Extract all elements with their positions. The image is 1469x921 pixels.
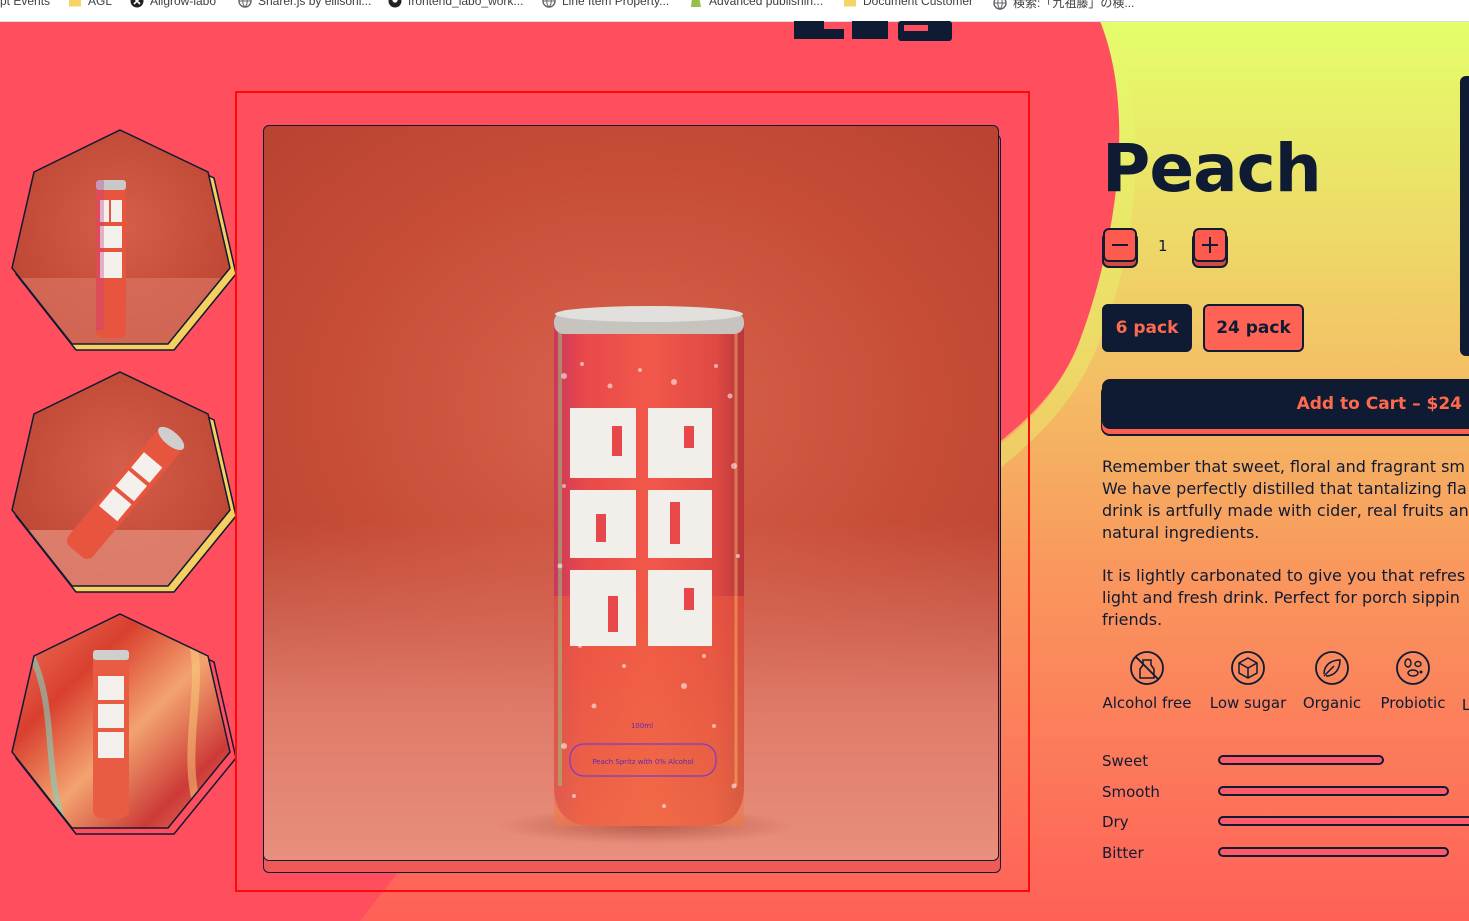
- bookmark-item[interactable]: pt Events: [0, 0, 50, 8]
- bookmark-label: Allgrow-labo: [150, 0, 217, 8]
- description-line: natural ingredients.: [1102, 523, 1260, 542]
- globe-icon: [993, 0, 1007, 10]
- taste-label-smooth: Smooth: [1102, 783, 1160, 801]
- side-panel-edge: [1460, 76, 1469, 356]
- thumbnail-3[interactable]: [10, 612, 240, 837]
- taste-label-dry: Dry: [1102, 813, 1129, 831]
- quantity-decrease-button[interactable]: [1103, 228, 1137, 262]
- bookmark-label: Document Customer: [863, 0, 974, 8]
- can-illustration: 100ml Peach Spritz with 0% Alcohol: [496, 306, 796, 844]
- bookmark-label: frontend_labo_work...: [408, 0, 524, 8]
- bookmark-label: Advanced publishin...: [709, 0, 824, 8]
- thumbnail-1[interactable]: [10, 128, 240, 353]
- minus-icon: [1112, 244, 1128, 246]
- add-to-cart-button[interactable]: Add to Cart – $24: [1102, 379, 1469, 429]
- feature-label: Probiotic: [1380, 694, 1446, 712]
- feature-partial: L: [1460, 688, 1469, 714]
- description-line: friends.: [1102, 610, 1163, 629]
- feature-label: Alcohol free: [1102, 694, 1192, 712]
- bookmark-item[interactable]: AGL: [68, 0, 112, 8]
- taste-label-bitter: Bitter: [1102, 844, 1144, 862]
- taste-bar-sweet: [1218, 755, 1384, 765]
- plus-icon: [1202, 237, 1218, 253]
- product-description-paragraph: Remember that sweet, floral and fragrant…: [1102, 456, 1469, 544]
- brand-logo[interactable]: [794, 21, 954, 43]
- bookmarks-bar: pt Events AGL Allgrow-labo Sharer.js by …: [0, 0, 1469, 22]
- main-product-image[interactable]: 100ml Peach Spritz with 0% Alcohol: [263, 125, 999, 861]
- pack-option-6[interactable]: 6 pack: [1102, 304, 1192, 352]
- bookmark-item[interactable]: Sharer.js by ellisonl...: [238, 0, 371, 8]
- description-line: It is lightly carbonated to give you tha…: [1102, 566, 1466, 585]
- globe-icon: [542, 0, 556, 8]
- product-title: Peach: [1102, 130, 1322, 207]
- shopify-icon: [691, 0, 701, 7]
- quantity-value[interactable]: 1: [1158, 237, 1168, 255]
- thumbnail-2[interactable]: [10, 370, 240, 595]
- taste-bar-dry: [1218, 816, 1469, 826]
- feature-label: Organic: [1302, 694, 1362, 712]
- pack-option-label: 6 pack: [1115, 318, 1179, 338]
- taste-bar-smooth: [1218, 786, 1449, 796]
- description-line: drink is artfully made with cider, real …: [1102, 501, 1469, 520]
- product-description-paragraph: It is lightly carbonated to give you tha…: [1102, 565, 1469, 631]
- bookmark-label: 検索:「九祖藤」の検...: [1013, 0, 1135, 10]
- quantity-increase-button[interactable]: [1193, 228, 1227, 262]
- bookmark-item[interactable]: Line Item Property...: [542, 0, 669, 8]
- probiotic-icon: [1396, 651, 1430, 685]
- bookmark-label: Sharer.js by ellisonl...: [258, 0, 372, 8]
- feature-organic: Organic: [1300, 650, 1364, 712]
- x-logo-icon: [130, 0, 144, 8]
- bookmark-label: AGL: [88, 0, 113, 8]
- folder-icon: [844, 0, 856, 7]
- bookmark-item[interactable]: Allgrow-labo: [130, 0, 216, 8]
- description-line: Remember that sweet, floral and fragrant…: [1102, 457, 1465, 476]
- description-line: We have perfectly distilled that tantali…: [1102, 479, 1467, 498]
- pack-option-24[interactable]: 24 pack: [1203, 304, 1304, 352]
- feature-label: Low sugar: [1209, 694, 1287, 712]
- bookmark-item[interactable]: frontend_labo_work...: [388, 0, 523, 8]
- heptagon-frame: [11, 129, 237, 351]
- feature-alcohol-free: Alcohol free: [1102, 650, 1192, 712]
- folder-icon: [69, 0, 81, 7]
- taste-bar-bitter: [1218, 847, 1449, 857]
- feature-probiotic: Probiotic: [1376, 650, 1450, 712]
- can-badge-text: Peach Spritz with 0% Alcohol: [592, 758, 693, 766]
- github-icon: [388, 0, 402, 8]
- no-alcohol-icon: [1130, 651, 1164, 685]
- globe-icon: [238, 0, 252, 8]
- add-to-cart-label: Add to Cart – $24: [1296, 394, 1462, 414]
- bookmark-item[interactable]: Advanced publishin...: [689, 0, 823, 8]
- feature-label: L: [1461, 696, 1469, 714]
- pack-option-label: 24 pack: [1216, 318, 1291, 338]
- sugar-cube-icon: [1231, 651, 1265, 685]
- taste-label-sweet: Sweet: [1102, 752, 1149, 770]
- description-line: light and fresh drink. Perfect for porch…: [1102, 588, 1460, 607]
- feature-low-sugar: Low sugar: [1205, 650, 1291, 712]
- bookmark-label: pt Events: [0, 0, 51, 8]
- leaf-icon: [1315, 651, 1349, 685]
- heptagon-frame: [11, 613, 237, 835]
- heptagon-frame: [11, 371, 237, 593]
- bookmark-label: Line Item Property...: [562, 0, 670, 8]
- bookmark-item[interactable]: Document Customer: [843, 0, 973, 8]
- bookmark-item[interactable]: 検索:「九祖藤」の検...: [993, 0, 1134, 11]
- can-volume: 100ml: [631, 722, 653, 730]
